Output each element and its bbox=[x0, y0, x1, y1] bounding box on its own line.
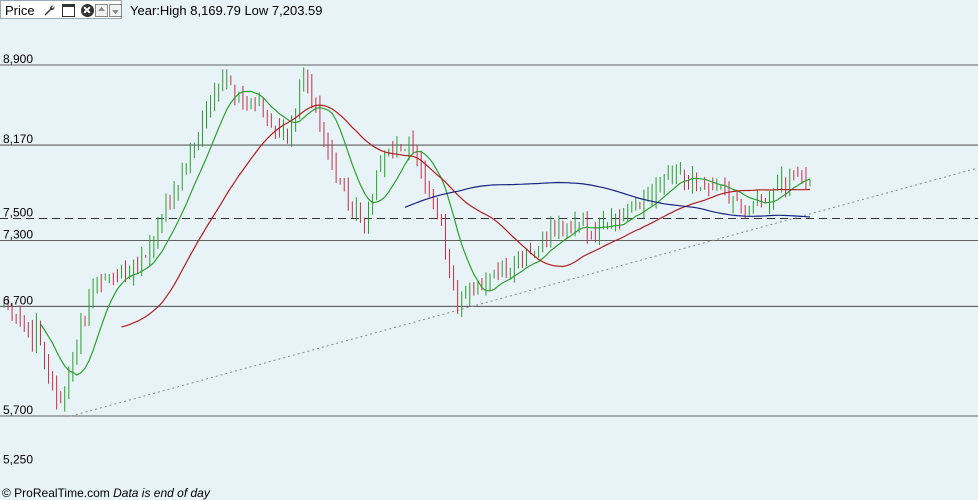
moving-average-line bbox=[40, 90, 811, 376]
footer-brand: © ProRealTime.com bbox=[2, 486, 110, 500]
candlestick-series bbox=[3, 67, 811, 412]
footer: © ProRealTime.com Data is end of day bbox=[2, 486, 210, 500]
y-axis-ticks: 8,900 8,170 7,500 7,300 6,700 5,700 5,250 bbox=[3, 52, 33, 466]
y-tick-label: 5,700 bbox=[3, 403, 33, 417]
y-tick-label: 7,300 bbox=[3, 227, 33, 241]
y-tick-label: 6,700 bbox=[3, 293, 33, 307]
moving-average-series bbox=[40, 90, 811, 376]
y-tick-label: 8,900 bbox=[3, 52, 33, 66]
y-tick-label: 5,250 bbox=[3, 452, 33, 466]
price-chart: 8,900 8,170 7,500 7,300 6,700 5,700 5,250 bbox=[0, 52, 978, 466]
y-tick-label: 8,170 bbox=[3, 132, 33, 146]
footer-note: Data is end of day bbox=[113, 486, 210, 500]
horizontal-levels bbox=[0, 64, 978, 417]
trendline-layer bbox=[70, 167, 978, 417]
y-tick-label: 7,500 bbox=[3, 206, 33, 220]
trendline bbox=[70, 167, 978, 417]
